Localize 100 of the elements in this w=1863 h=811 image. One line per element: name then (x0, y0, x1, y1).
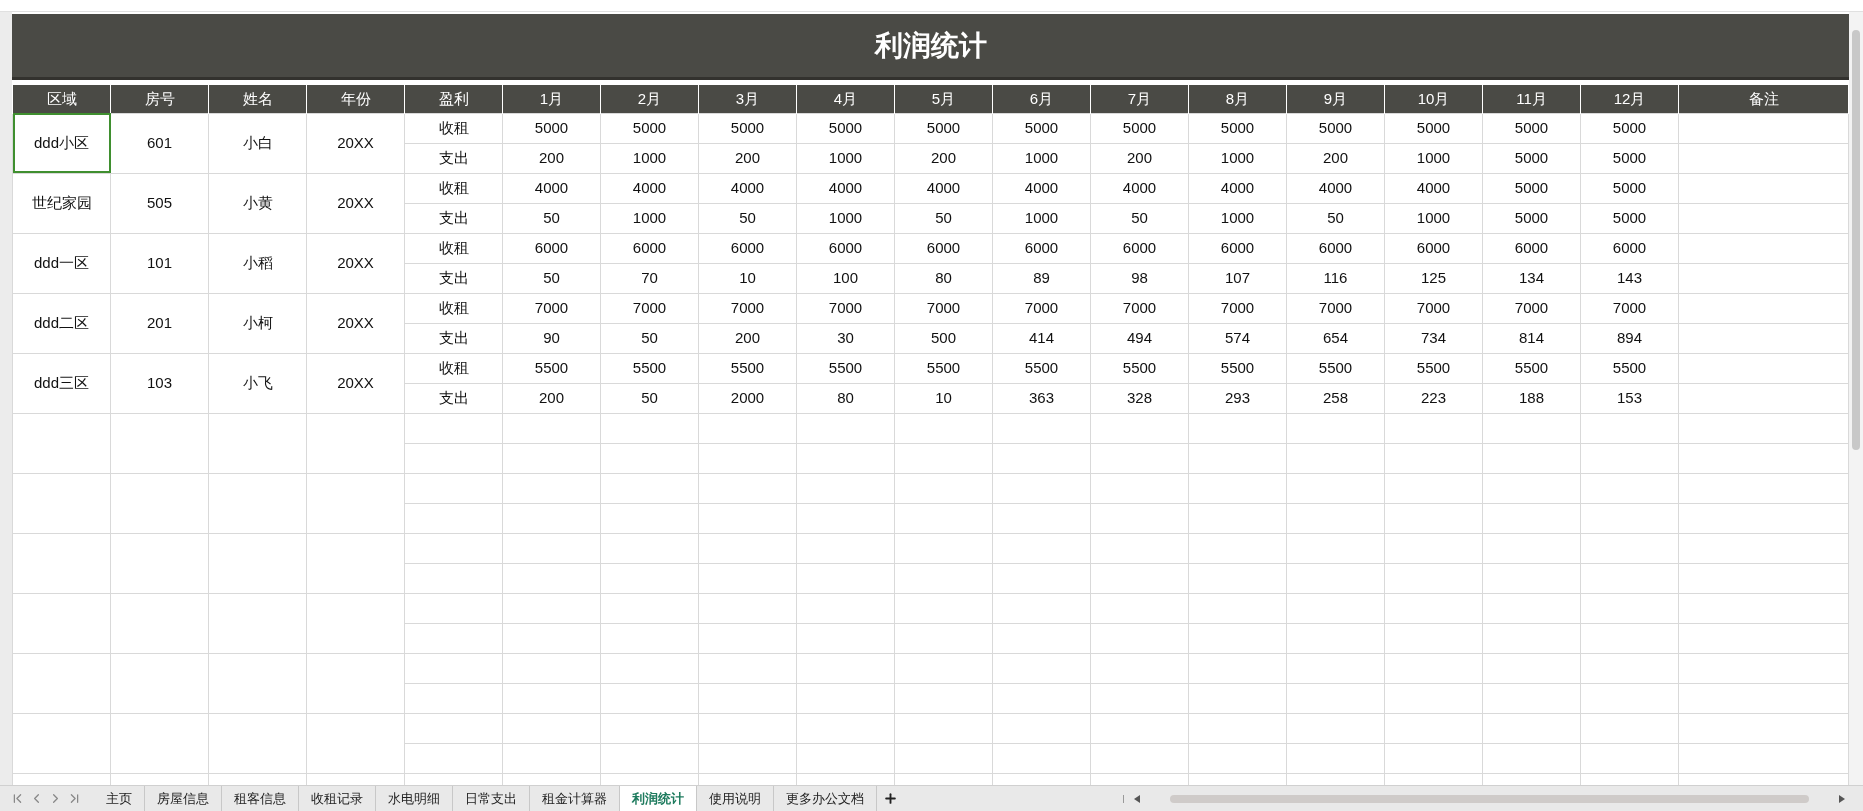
table-cell: 收租 (404, 353, 503, 383)
table-cell: 6000 (992, 233, 1091, 263)
table-cell: 4000 (796, 173, 895, 203)
table-cell: 5000 (1286, 113, 1385, 143)
table-cell: ddd三区 (12, 353, 111, 413)
table-cell: 5500 (992, 353, 1091, 383)
table-cell: 5000 (1580, 203, 1679, 233)
table-cell: 200 (1090, 143, 1189, 173)
table-cell: 814 (1482, 323, 1581, 353)
table-cell: 支出 (404, 263, 503, 293)
table-cell: 7000 (1482, 293, 1581, 323)
column-header: 11月 (1482, 85, 1581, 113)
table-cell: 143 (1580, 263, 1679, 293)
table-cell: 5500 (698, 353, 797, 383)
table-cell: 4000 (698, 173, 797, 203)
table-cell: 363 (992, 383, 1091, 413)
table-cell: 90 (502, 323, 601, 353)
table-cell: 5000 (1482, 113, 1581, 143)
sheet-tab[interactable]: 水电明细 (376, 785, 453, 811)
table-cell: 1000 (1188, 143, 1287, 173)
table-cell: 5500 (796, 353, 895, 383)
table-cell: 7000 (600, 293, 699, 323)
table-cell: 200 (698, 323, 797, 353)
table-cell: 5000 (1090, 113, 1189, 143)
table-cell: 收租 (404, 173, 503, 203)
sheet-tab[interactable]: 使用说明 (697, 785, 774, 811)
column-header: 5月 (894, 85, 993, 113)
scroll-right-icon[interactable] (1839, 794, 1845, 803)
sheet-tab[interactable]: 日常支出 (453, 785, 530, 811)
table-cell: 101 (110, 233, 209, 293)
table-cell: 5000 (1482, 143, 1581, 173)
table-cell: 5000 (894, 113, 993, 143)
table-cell: 116 (1286, 263, 1385, 293)
add-sheet-icon[interactable] (883, 791, 898, 806)
table-cell: 6000 (894, 233, 993, 263)
table-cell: 7000 (1188, 293, 1287, 323)
table-cell: 1000 (992, 203, 1091, 233)
table-cell: 5000 (1580, 143, 1679, 173)
table-cell: 1000 (796, 203, 895, 233)
table-cell: 20XX (306, 173, 405, 233)
table-cell: 601 (110, 113, 209, 173)
table-cell: 1000 (1188, 203, 1287, 233)
table-cell: 5000 (992, 113, 1091, 143)
column-header: 10月 (1384, 85, 1483, 113)
table-cell: 328 (1090, 383, 1189, 413)
table-cell: 6000 (1286, 233, 1385, 263)
table-cell: 1000 (1384, 203, 1483, 233)
table-cell: 505 (110, 173, 209, 233)
table-cell: 500 (894, 323, 993, 353)
table-cell: 5000 (1580, 113, 1679, 143)
table-cell: 7000 (1384, 293, 1483, 323)
table-cell: 153 (1580, 383, 1679, 413)
table-cell: 5500 (502, 353, 601, 383)
table-cell: 4000 (894, 173, 993, 203)
sheet-tab[interactable]: 更多办公文档 (774, 785, 877, 811)
table-cell: 103 (110, 353, 209, 413)
table-cell: 5000 (1482, 203, 1581, 233)
table-cell: 574 (1188, 323, 1287, 353)
table-cell: 734 (1384, 323, 1483, 353)
table-cell: 小稻 (208, 233, 307, 293)
table-cell: 1000 (600, 203, 699, 233)
sheet-tab[interactable]: 利润统计 (620, 785, 697, 811)
table-cell: 50 (600, 383, 699, 413)
table-cell: 50 (1286, 203, 1385, 233)
sheet-tab[interactable]: 房屋信息 (145, 785, 222, 811)
table-cell: 5000 (1580, 173, 1679, 203)
table-cell: 4000 (1384, 173, 1483, 203)
table-cell: 7000 (502, 293, 601, 323)
table-cell: 6000 (502, 233, 601, 263)
table-cell: 1000 (1384, 143, 1483, 173)
table-cell: 4000 (1090, 173, 1189, 203)
table-cell: 小白 (208, 113, 307, 173)
column-header: 年份 (306, 85, 405, 113)
table-cell: 293 (1188, 383, 1287, 413)
sheet-tab[interactable]: 租客信息 (222, 785, 299, 811)
column-header: 房号 (110, 85, 209, 113)
sheet-tab[interactable]: 主页 (94, 785, 145, 811)
table-cell: 5000 (796, 113, 895, 143)
table-cell: 201 (110, 293, 209, 353)
table-cell: 5000 (502, 113, 601, 143)
table-cell: 6000 (1482, 233, 1581, 263)
column-header: 4月 (796, 85, 895, 113)
table-cell: 258 (1286, 383, 1385, 413)
table-cell: ddd一区 (12, 233, 111, 293)
sheet-title: 利润统计 (12, 14, 1849, 80)
table-cell: 5000 (1188, 113, 1287, 143)
table-cell: 80 (796, 383, 895, 413)
table-cell: 4000 (1188, 173, 1287, 203)
table-cell: 2000 (698, 383, 797, 413)
table-cell: 7000 (992, 293, 1091, 323)
sheet-tab[interactable]: 收租记录 (299, 785, 376, 811)
table-cell: 6000 (1384, 233, 1483, 263)
column-header: 8月 (1188, 85, 1287, 113)
table-cell: 1000 (796, 143, 895, 173)
table-cell: 50 (1090, 203, 1189, 233)
table-cell: 223 (1384, 383, 1483, 413)
column-header: 9月 (1286, 85, 1385, 113)
scroll-left-icon[interactable] (1134, 794, 1140, 803)
table-cell: 小飞 (208, 353, 307, 413)
table-cell: 7000 (1090, 293, 1189, 323)
